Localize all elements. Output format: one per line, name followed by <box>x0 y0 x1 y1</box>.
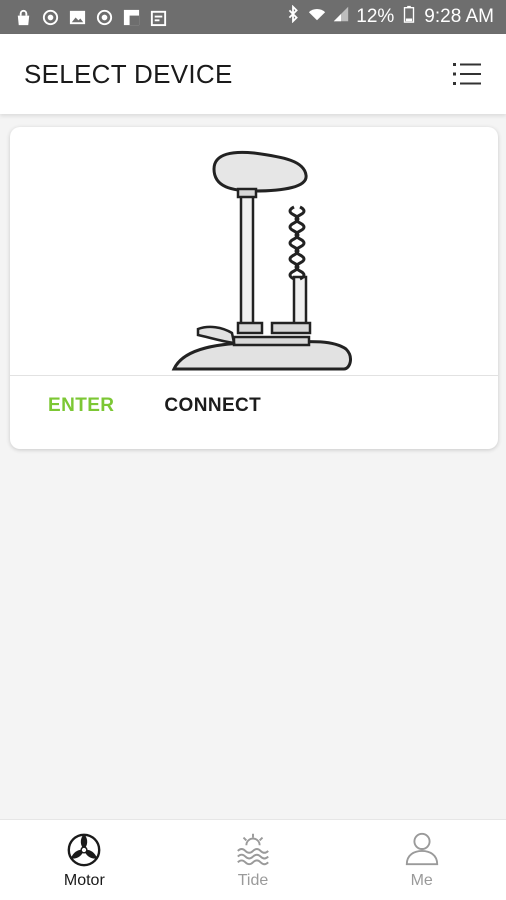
image-icon <box>68 8 87 27</box>
nav-label-motor: Motor <box>63 872 105 889</box>
enter-button[interactable]: ENTER <box>48 389 114 423</box>
trolling-motor-image <box>171 150 352 371</box>
propeller-icon <box>67 833 101 867</box>
sync-alt-icon <box>95 8 114 27</box>
person-icon <box>405 832 438 866</box>
card-actions: ENTER CONNECT <box>48 389 261 423</box>
calendar-icon <box>149 8 168 27</box>
bottom-navigation: Motor Tide Me <box>0 819 506 900</box>
menu-button[interactable] <box>450 57 484 91</box>
nav-item-me[interactable]: Me <box>337 820 506 900</box>
system-icons: 12% 9:28 AM <box>284 4 494 29</box>
list-icon <box>453 63 481 85</box>
clock: 9:28 AM <box>424 6 494 27</box>
bag-icon <box>14 8 33 27</box>
wifi-icon <box>308 5 326 29</box>
bluetooth-icon <box>284 4 302 29</box>
battery-icon <box>400 5 418 29</box>
device-image-area <box>10 127 498 375</box>
signal-icon <box>332 5 350 29</box>
app-bar: SELECT DEVICE <box>0 34 506 114</box>
nav-label-tide: Tide <box>237 872 269 889</box>
card-divider <box>10 375 498 376</box>
page-title: SELECT DEVICE <box>24 58 233 89</box>
tide-icon <box>237 833 269 866</box>
nav-label-me: Me <box>410 872 433 889</box>
notification-icons <box>14 8 168 27</box>
connect-button[interactable]: CONNECT <box>164 389 261 423</box>
status-bar: 12% 9:28 AM <box>0 0 506 34</box>
battery-percent: 12% <box>356 6 395 27</box>
nav-item-motor[interactable]: Motor <box>0 820 169 900</box>
flipboard-icon <box>122 8 141 27</box>
device-card: ENTER CONNECT <box>10 127 498 449</box>
nav-item-tide[interactable]: Tide <box>169 820 338 900</box>
sync-icon <box>41 8 60 27</box>
